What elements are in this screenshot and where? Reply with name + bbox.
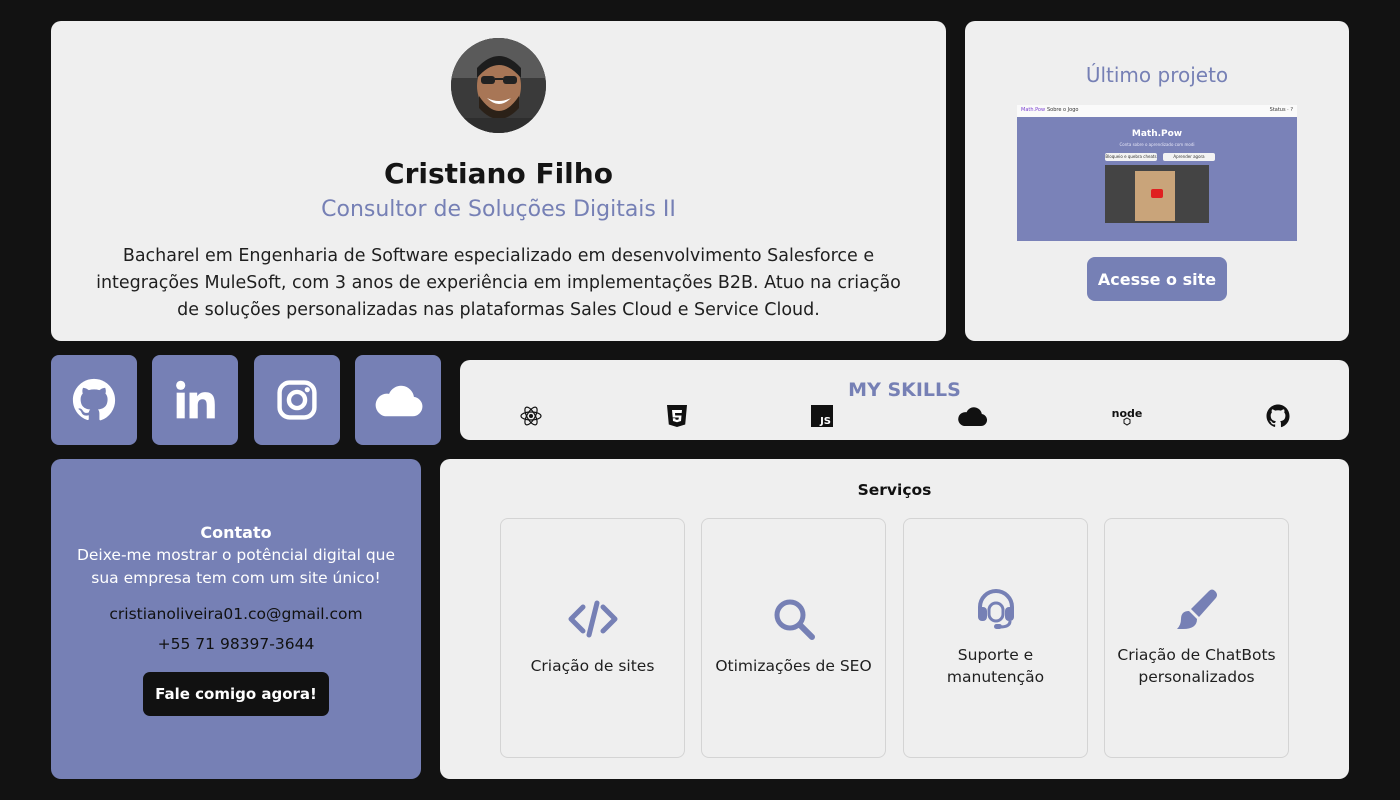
nodejs-icon: node [1110,404,1144,428]
cloud-icon [375,385,423,417]
profile-card: Cristiano Filho Consultor de Soluções Di… [51,21,946,341]
contact-title: Contato [200,523,272,542]
preview-headline: Math.Pow [1131,129,1183,139]
paintbrush-icon [1105,587,1288,631]
services-title: Serviços [857,481,932,499]
javascript-label: JS [819,416,831,427]
talk-now-button[interactable]: Fale comigo agora! [143,672,329,716]
service-label: Criação de sites [530,657,655,675]
salesforce-cloud-icon [955,404,989,428]
last-project-card: Último projeto Math.Pow Sobre o Jogo Sta… [965,21,1349,341]
linkedin-icon [176,380,215,419]
play-icon [1151,189,1163,198]
code-icon [501,599,684,639]
contact-text: Deixe-me mostrar o potêncial digital que… [76,546,396,587]
service-seo[interactable]: Otimizações de SEO [701,518,886,758]
avatar [451,38,546,133]
service-websites[interactable]: Criação de sites [500,518,685,758]
profile-role: Consultor de Soluções Digitais II [321,197,676,222]
service-label: Otimizações de SEO [715,657,872,675]
linkedin-link[interactable] [152,355,238,445]
service-support[interactable]: Suporte e manutenção [903,518,1088,758]
profile-bio: Bacharel em Engenharia de Software espec… [96,246,901,320]
css3-icon [664,404,690,428]
services-card: Serviços Criação de sites Otimizações de… [440,459,1349,779]
preview-nav: Sobre o Jogo [1047,107,1079,113]
preview-nav-right: Status · ? [1269,107,1293,113]
service-label: Suporte e manutenção [946,646,1045,686]
profile-name: Cristiano Filho [384,157,613,190]
preview-video [1105,165,1209,223]
preview-button-2: Aprender agora [1163,153,1215,161]
project-preview-image: Math.Pow Sobre o Jogo Status · ? Math.Po… [1017,105,1297,241]
service-label: Criação de ChatBots personalizados [1117,646,1276,686]
search-icon [702,597,885,641]
contact-card: Contato Deixe-me mostrar o potêncial dig… [51,459,421,779]
preview-button-1: Bloqueio e quebra cheats [1105,153,1157,161]
instagram-icon [277,380,317,420]
github-icon [72,378,116,421]
javascript-icon: JS [809,404,835,428]
contact-phone[interactable]: +55 71 98397-3644 [51,635,421,653]
instagram-link[interactable] [254,355,340,445]
github-skill-icon [1265,404,1291,428]
preview-brand: Math.Pow [1021,107,1046,113]
skills-title: MY SKILLS [848,379,961,401]
skills-card: MY SKILLS JS node [460,360,1349,440]
headset-icon [904,587,1087,631]
last-project-title: Último projeto [1085,63,1229,87]
visit-site-button[interactable]: Acesse o site [1087,257,1227,301]
contact-email[interactable]: cristianoliveira01.co@gmail.com [51,605,421,623]
service-chatbots[interactable]: Criação de ChatBots personalizados [1104,518,1289,758]
github-link[interactable] [51,355,137,445]
cloud-link[interactable] [355,355,441,445]
react-icon [518,404,544,428]
preview-tagline: Conta sobre o aprendizado com modi [1119,142,1195,147]
